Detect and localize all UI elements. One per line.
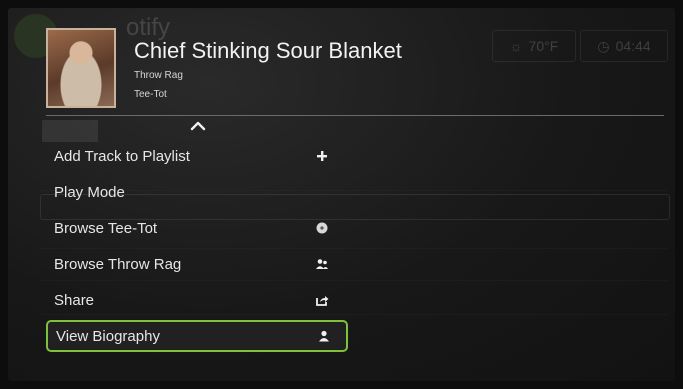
menu-item-share[interactable]: Share (46, 282, 348, 318)
share-icon (315, 293, 329, 307)
menu-item-browse-artist[interactable]: Browse Tee-Tot (46, 210, 348, 246)
options-menu: Add Track to Playlist Play Mode Browse T… (46, 138, 348, 352)
track-options-overlay: Chief Stinking Sour Blanket Throw Rag Te… (8, 8, 675, 381)
menu-item-label: View Biography (56, 327, 160, 345)
album-name: Throw Rag (134, 70, 183, 81)
menu-item-label: Play Mode (54, 183, 125, 201)
header-divider (46, 115, 664, 116)
menu-item-label: Share (54, 291, 95, 309)
scroll-up-icon[interactable] (189, 118, 207, 134)
person-icon (317, 329, 331, 343)
menu-item-label: Add Track to Playlist (54, 147, 190, 165)
track-title: Chief Stinking Sour Blanket (134, 38, 402, 63)
menu-item-browse-album[interactable]: Browse Throw Rag (46, 246, 348, 282)
menu-item-label: Browse Throw Rag (54, 255, 182, 273)
artist-name: Tee-Tot (134, 89, 167, 100)
disc-icon (315, 221, 329, 235)
people-icon (315, 257, 329, 271)
menu-item-add-track-to-playlist[interactable]: Add Track to Playlist (46, 138, 348, 174)
menu-item-play-mode[interactable]: Play Mode (46, 174, 348, 210)
menu-item-label: Browse Tee-Tot (54, 219, 158, 237)
album-art (46, 28, 116, 108)
tv-screen: otify ☼ 70°F ◷ 04:44 Chief Stinking Sour… (8, 8, 675, 381)
menu-item-view-biography[interactable]: View Biography (46, 320, 348, 352)
plus-icon (315, 149, 329, 163)
